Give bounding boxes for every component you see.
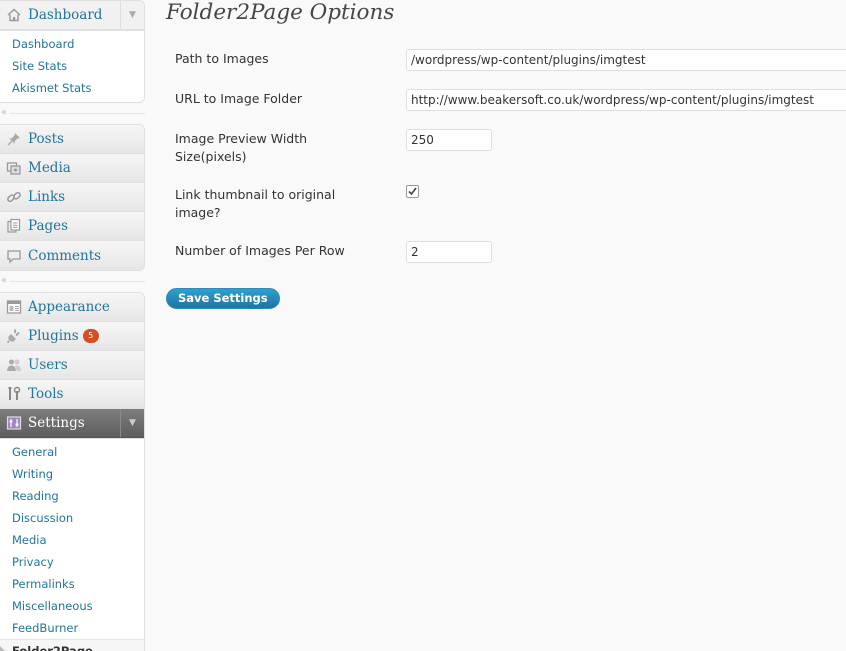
menu-links[interactable]: Links bbox=[0, 183, 144, 212]
menu-appearance[interactable]: Appearance bbox=[0, 293, 144, 322]
menu-tools[interactable]: Tools bbox=[0, 380, 144, 409]
menu-media-label: Media bbox=[28, 160, 71, 176]
menu-comments[interactable]: Comments bbox=[0, 241, 144, 270]
menu-pages-label: Pages bbox=[28, 218, 69, 234]
submenu-reading[interactable]: Reading bbox=[0, 485, 144, 507]
chevron-down-icon[interactable]: ▼ bbox=[120, 409, 144, 437]
collapse-arrows-icon[interactable]: « bbox=[1, 275, 7, 286]
menu-dashboard-label: Dashboard bbox=[28, 7, 103, 23]
checkmark-icon bbox=[408, 187, 417, 196]
image-preview-width-label: Image Preview Width Size(pixels) bbox=[175, 130, 375, 166]
submenu-writing[interactable]: Writing bbox=[0, 463, 144, 485]
separator-line bbox=[10, 281, 145, 282]
url-to-image-folder-label: URL to Image Folder bbox=[175, 91, 303, 106]
menu-tools-label: Tools bbox=[28, 386, 64, 402]
menu-posts-label: Posts bbox=[28, 131, 64, 147]
settings-submenu: General Writing Reading Discussion Media… bbox=[0, 438, 144, 651]
image-preview-width-label-line1: Image Preview Width bbox=[175, 131, 308, 146]
submenu-feedburner[interactable]: FeedBurner bbox=[0, 617, 144, 639]
menu-dashboard[interactable]: Dashboard ▼ bbox=[0, 1, 144, 30]
page-title: Folder2Page Options bbox=[166, 0, 395, 25]
content-menu-group: Posts Media Links Pages Comments bbox=[0, 124, 145, 271]
menu-settings-label: Settings bbox=[28, 415, 85, 431]
links-icon bbox=[6, 189, 22, 205]
menu-users-label: Users bbox=[28, 357, 68, 373]
menu-plugins[interactable]: Plugins 5 bbox=[0, 322, 144, 351]
chevron-down-icon[interactable]: ▼ bbox=[120, 1, 144, 29]
url-to-image-folder-input[interactable]: http://www.beakersoft.co.uk/wordpress/wp… bbox=[406, 89, 846, 111]
path-to-images-label: Path to Images bbox=[175, 51, 269, 66]
link-thumbnail-label-line2: image? bbox=[175, 205, 221, 220]
link-thumbnail-checkbox[interactable] bbox=[406, 185, 419, 198]
submenu-general[interactable]: General bbox=[0, 441, 144, 463]
settings-icon bbox=[6, 415, 22, 431]
images-per-row-input[interactable]: 2 bbox=[406, 241, 492, 263]
plugin-update-count-badge: 5 bbox=[82, 329, 99, 343]
appearance-icon bbox=[6, 299, 22, 315]
menu-separator[interactable]: « bbox=[0, 271, 145, 292]
media-icon bbox=[6, 160, 22, 176]
separator-line bbox=[10, 113, 145, 114]
dashboard-submenu: Dashboard Site Stats Akismet Stats bbox=[0, 30, 144, 102]
tools-icon bbox=[6, 386, 22, 402]
menu-plugins-label: Plugins bbox=[28, 328, 79, 344]
plugins-icon bbox=[6, 328, 22, 344]
pages-icon bbox=[6, 218, 22, 234]
path-to-images-input[interactable]: /wordpress/wp-content/plugins/imgtest bbox=[406, 49, 846, 71]
image-preview-width-label-line2: Size(pixels) bbox=[175, 149, 247, 164]
submenu-privacy[interactable]: Privacy bbox=[0, 551, 144, 573]
submenu-dashboard[interactable]: Dashboard bbox=[0, 33, 144, 55]
users-icon bbox=[6, 357, 22, 373]
home-icon bbox=[6, 7, 22, 23]
submenu-site-stats[interactable]: Site Stats bbox=[0, 55, 144, 77]
menu-comments-label: Comments bbox=[28, 247, 102, 264]
menu-media[interactable]: Media bbox=[0, 154, 144, 183]
pin-icon bbox=[6, 131, 22, 147]
submenu-media[interactable]: Media bbox=[0, 529, 144, 551]
dashboard-menu-group: Dashboard ▼ Dashboard Site Stats Akismet… bbox=[0, 0, 145, 103]
admin-sidebar: Dashboard ▼ Dashboard Site Stats Akismet… bbox=[0, 0, 145, 651]
comment-icon bbox=[6, 248, 22, 264]
collapse-arrows-icon[interactable]: « bbox=[1, 107, 7, 118]
image-preview-width-input[interactable]: 250 bbox=[406, 129, 492, 151]
menu-pages[interactable]: Pages bbox=[0, 212, 144, 241]
menu-separator[interactable]: « bbox=[0, 103, 145, 124]
link-thumbnail-label-line1: Link thumbnail to original bbox=[175, 187, 336, 202]
menu-posts[interactable]: Posts bbox=[0, 125, 144, 154]
images-per-row-label: Number of Images Per Row bbox=[175, 243, 345, 258]
menu-users[interactable]: Users bbox=[0, 351, 144, 380]
submenu-discussion[interactable]: Discussion bbox=[0, 507, 144, 529]
link-thumbnail-label: Link thumbnail to original image? bbox=[175, 186, 375, 222]
save-settings-button[interactable]: Save Settings bbox=[166, 288, 280, 309]
submenu-akismet-stats[interactable]: Akismet Stats bbox=[0, 77, 144, 99]
submenu-permalinks[interactable]: Permalinks bbox=[0, 573, 144, 595]
admin-menu-group: Appearance Plugins 5 Users Tools Setting… bbox=[0, 292, 145, 651]
menu-appearance-label: Appearance bbox=[28, 299, 110, 315]
submenu-folder2page[interactable]: Folder2Page bbox=[0, 639, 144, 651]
submenu-miscellaneous[interactable]: Miscellaneous bbox=[0, 595, 144, 617]
menu-settings[interactable]: Settings ▼ bbox=[0, 409, 144, 438]
menu-links-label: Links bbox=[28, 189, 66, 205]
